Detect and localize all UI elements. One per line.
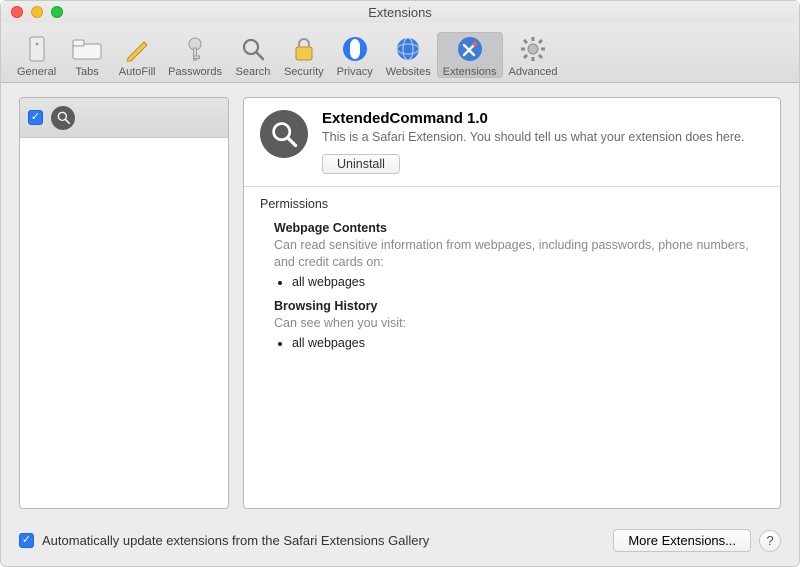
tab-label: AutoFill: [119, 66, 156, 78]
tab-search[interactable]: Search: [228, 32, 278, 78]
tab-label: Extensions: [443, 66, 497, 78]
advanced-icon: [518, 34, 548, 64]
extension-detail-panel: ExtendedCommand 1.0 This is a Safari Ext…: [243, 97, 781, 509]
search-icon: [238, 34, 268, 64]
permission-heading: Webpage Contents: [274, 221, 764, 235]
extension-description: This is a Safari Extension. You should t…: [322, 129, 744, 146]
tab-label: Tabs: [76, 66, 99, 78]
general-icon: [22, 34, 52, 64]
preferences-window: Extensions General Tabs AutoFill Pa: [0, 0, 800, 567]
auto-update-label: Automatically update extensions from the…: [42, 533, 429, 548]
extensions-sidebar: [19, 97, 229, 509]
permission-block: Browsing History Can see when you visit:…: [274, 299, 764, 350]
extension-header: ExtendedCommand 1.0 This is a Safari Ext…: [244, 98, 780, 187]
tab-label: Security: [284, 66, 324, 78]
preferences-toolbar: General Tabs AutoFill Passwords Search: [1, 23, 799, 83]
help-button[interactable]: ?: [759, 530, 781, 552]
permission-subtext: Can see when you visit:: [274, 315, 764, 332]
permission-list: all webpages: [292, 275, 764, 289]
footer-bar: Automatically update extensions from the…: [1, 521, 799, 566]
autofill-icon: [122, 34, 152, 64]
permission-heading: Browsing History: [274, 299, 764, 313]
uninstall-button[interactable]: Uninstall: [322, 154, 400, 174]
extension-icon: [260, 110, 308, 158]
tab-label: General: [17, 66, 56, 78]
privacy-icon: [340, 34, 370, 64]
content-area: ExtendedCommand 1.0 This is a Safari Ext…: [1, 83, 799, 521]
permission-block: Webpage Contents Can read sensitive info…: [274, 221, 764, 289]
extension-list-item[interactable]: [20, 98, 228, 138]
tab-privacy[interactable]: Privacy: [330, 32, 380, 78]
tab-security[interactable]: Security: [278, 32, 330, 78]
permission-list-item: all webpages: [292, 336, 764, 350]
tab-autofill[interactable]: AutoFill: [112, 32, 162, 78]
permission-list-item: all webpages: [292, 275, 764, 289]
tabs-icon: [72, 34, 102, 64]
permission-subtext: Can read sensitive information from webp…: [274, 237, 764, 271]
tab-label: Websites: [386, 66, 431, 78]
tab-passwords[interactable]: Passwords: [162, 32, 228, 78]
tab-advanced[interactable]: Advanced: [503, 32, 564, 78]
extension-header-text: ExtendedCommand 1.0 This is a Safari Ext…: [322, 110, 744, 174]
titlebar: Extensions: [1, 1, 799, 23]
tab-label: Privacy: [337, 66, 373, 78]
auto-update-checkbox[interactable]: [19, 533, 34, 548]
tab-extensions[interactable]: Extensions: [437, 32, 503, 78]
passwords-icon: [180, 34, 210, 64]
more-extensions-button[interactable]: More Extensions...: [613, 529, 751, 552]
tab-label: Advanced: [509, 66, 558, 78]
extension-enabled-checkbox[interactable]: [28, 110, 43, 125]
window-title: Extensions: [1, 5, 799, 20]
extensions-icon: [455, 34, 485, 64]
extension-title: ExtendedCommand 1.0: [322, 110, 744, 127]
websites-icon: [393, 34, 423, 64]
tab-tabs[interactable]: Tabs: [62, 32, 112, 78]
tab-label: Passwords: [168, 66, 222, 78]
tab-websites[interactable]: Websites: [380, 32, 437, 78]
permissions-section: Permissions Webpage Contents Can read se…: [244, 187, 780, 376]
permission-list: all webpages: [292, 336, 764, 350]
extension-item-icon: [51, 106, 75, 130]
tab-general[interactable]: General: [11, 32, 62, 78]
tab-label: Search: [236, 66, 271, 78]
permissions-heading: Permissions: [260, 197, 764, 211]
security-icon: [289, 34, 319, 64]
